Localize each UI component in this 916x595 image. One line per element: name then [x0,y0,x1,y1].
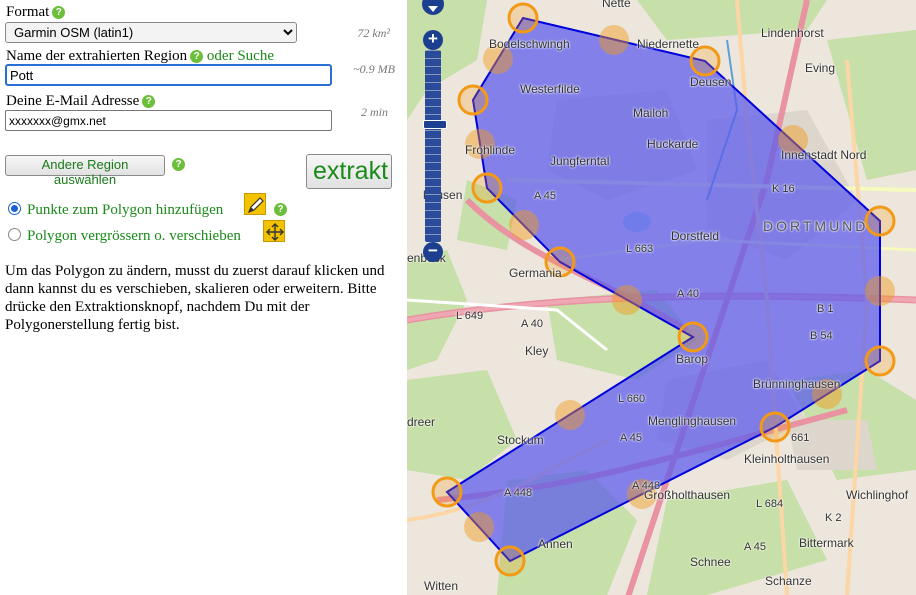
place-label: Stockum [497,433,544,447]
place-label: Westerfilde [520,82,580,96]
place-label: Wichlinghof [846,488,909,502]
vertex-handle [759,411,791,443]
zoom-slider-handle[interactable] [423,120,447,129]
instructions-text: Um das Polygon zu ändern, musst du zuers… [5,263,385,333]
zoom-out-button[interactable]: − [423,242,443,262]
format-select[interactable]: Garmin OSM (latin1) [5,22,297,43]
region-label-text: Name der extrahierten Region [6,48,188,64]
place-label: Jungferntal [550,154,610,168]
road-label: K 16 [772,183,795,195]
place-label: Mailoh [633,106,669,120]
pencil-icon[interactable] [244,193,266,215]
extract-button[interactable]: extrakt [306,154,392,189]
place-label: Menglinghausen [648,414,737,428]
place-label: DORTMUND [763,218,869,234]
email-input[interactable] [5,110,332,131]
midpoint-handle [599,25,629,55]
vertex-handle [507,2,539,34]
radio-resize-move-control[interactable] [8,228,21,241]
place-label: Lindenhorst [761,26,824,40]
place-label: Brünninghausen [753,377,841,391]
zoom-slider-track[interactable] [423,50,447,242]
midpoint-handle [464,512,494,542]
format-label-text: Format [6,4,50,20]
format-help-icon[interactable]: ? [52,6,66,19]
region-label: Name der extrahierten Region? oder Suche [6,48,274,65]
pan-control[interactable] [420,0,446,18]
vertex-handle [457,84,489,116]
place-label: Annen [538,537,573,551]
other-region-help-icon[interactable]: ? [172,158,185,171]
radio-resize-move-label: Polygon vergrössern o. verschieben [27,228,241,244]
region-search-link[interactable]: oder Suche [207,48,274,64]
place-label: Bodelschwingh [489,37,570,51]
midpoint-handle [865,276,895,306]
road-label: 661 [791,432,810,444]
road-label: L 649 [456,310,484,322]
zoom-control[interactable]: + − [423,30,447,262]
place-label: dreer [407,415,436,429]
place-label: Nette [602,0,631,10]
place-label: Schanze [765,574,812,588]
midpoint-handle [555,400,585,430]
vertex-handle [864,205,896,237]
email-help-icon[interactable]: ? [142,95,156,108]
region-name-input[interactable] [5,64,332,86]
road-label: L 684 [756,498,784,510]
format-label: Format? [6,4,66,21]
extract-form-panel: Format? Garmin OSM (latin1) 72 km² Name … [0,0,407,595]
time-hint: 2 min [361,105,388,119]
area-hint: 72 km² [357,26,390,40]
size-hint: ~0.9 MB [353,62,395,76]
place-label: Barop [676,352,709,366]
place-label: Kley [525,344,549,358]
map-canvas[interactable] [407,0,916,595]
zoom-in-button[interactable]: + [423,30,443,50]
road-label: A 40 [677,288,700,300]
vertex-handle [677,321,709,353]
radio-add-points[interactable]: Punkte zum Polygon hinzufügen [8,202,223,219]
other-region-button[interactable]: Andere Region auswählen [5,155,165,187]
midpoint-handle [509,210,539,240]
road-label: B 1 [817,303,834,315]
move-arrows-icon[interactable] [263,220,285,242]
vertex-handle [864,345,896,377]
place-label: Niedernette [637,37,700,51]
place-label: Germania [509,266,562,280]
road-label: L 663 [626,243,654,255]
road-label: A 45 [744,541,767,553]
place-label: Deusen [690,75,732,89]
midpoint-handle [612,285,642,315]
vertex-handle [431,476,463,508]
place-label: Witten [424,579,459,593]
place-label: Frohlinde [465,143,516,157]
road-label: A 45 [620,432,643,444]
road-label: A 448 [504,487,533,499]
place-label: Kleinholthausen [744,452,830,466]
place-label: Bittermark [799,536,854,550]
vertex-handle [494,545,526,577]
email-label-text: Deine E-Mail Adresse [6,93,140,109]
road-label: B 54 [810,330,833,342]
extract-polygon [445,16,881,563]
road-label: A 45 [534,190,557,202]
road-label: A 40 [521,318,544,330]
place-label: Innenstadt Nord [781,148,867,162]
tool-help-icon[interactable]: ? [274,203,287,216]
map-view[interactable]: Nette Bodelschwingh Niedernette Lindenho… [407,0,916,595]
radio-resize-move[interactable]: Polygon vergrössern o. verschieben [8,228,241,245]
region-help-icon[interactable]: ? [190,50,204,63]
place-label: Huckarde [647,137,699,151]
road-label: L 660 [618,393,646,405]
email-label: Deine E-Mail Adresse? [6,93,156,110]
vertex-handle [689,45,721,77]
vertex-handle [471,172,503,204]
road-label: A 448 [632,480,661,492]
radio-add-points-control[interactable] [8,202,21,215]
place-label: Eving [805,61,836,75]
radio-add-points-label: Punkte zum Polygon hinzufügen [27,202,224,218]
road-label: K 2 [825,512,842,524]
place-label: Schnee [690,555,731,569]
place-label: Dorstfeld [671,229,720,243]
